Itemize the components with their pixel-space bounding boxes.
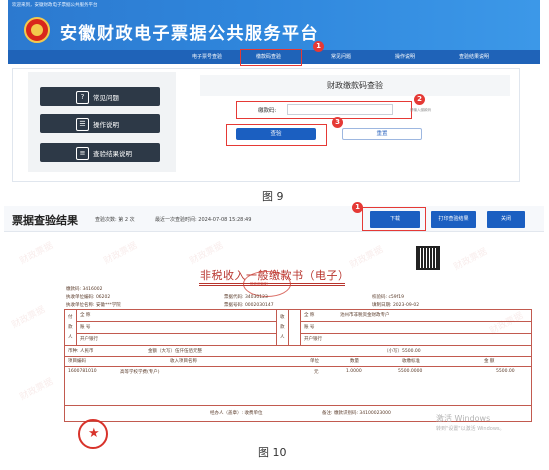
windows-activate-title: 激活 Windows	[436, 414, 491, 423]
sidebar-item-label: 查验结果说明	[93, 150, 132, 158]
table-rule	[288, 309, 289, 345]
figure-9-caption: 图 9	[262, 190, 284, 203]
col-header-amount: 金 额	[484, 359, 495, 364]
table-rule	[300, 309, 301, 345]
reset-button[interactable]: 重置	[342, 128, 422, 140]
payer-bank-label: 开户银行	[80, 337, 98, 342]
payment-code-label: 缴款码:	[258, 108, 277, 114]
payee-account-label: 账 号	[304, 325, 315, 330]
supervision-seal-text: 财政部监制	[250, 282, 268, 286]
close-button[interactable]: 关闭	[487, 211, 525, 228]
ticket-code-meta: 票据代码: 34030123	[224, 295, 268, 300]
table-rule	[64, 405, 532, 406]
star-icon: ★	[88, 426, 100, 441]
table-rule	[300, 321, 532, 322]
payment-code-input[interactable]	[287, 104, 393, 115]
step-badge-1: 1	[313, 41, 324, 52]
col-header-code: 项目编码	[68, 359, 86, 364]
table-rule	[76, 309, 77, 345]
table-row-standard: 5500.0000	[398, 369, 423, 374]
emblem-icon	[24, 17, 50, 43]
ticket-number-meta: 票据号码: 0002030147	[224, 303, 274, 308]
print-result-button[interactable]: 打印查验结果	[431, 211, 476, 228]
handler: 经办人（盖章）: 收费单位	[210, 411, 263, 416]
table-rule	[300, 333, 532, 334]
welcome-text: 欢迎来到，安徽财政电子票据公共服务平台	[12, 3, 98, 8]
query-button[interactable]: 查验	[236, 128, 316, 140]
query-count: 查验次数: 第 2 次	[95, 217, 135, 223]
sidebar-item-guide[interactable]: ☰ 操作说明	[40, 114, 160, 133]
table-rule	[64, 356, 532, 357]
question-icon: ?	[76, 91, 89, 104]
collector-name-meta: 执收单位名称: 安徽***学院	[66, 303, 121, 308]
payee-name-value: 池州市非税资金财政专户	[340, 313, 390, 318]
payer-name-label: 全 称	[80, 313, 91, 318]
download-highlight-box	[362, 207, 426, 231]
nav-faq[interactable]: 常见问题	[331, 53, 351, 60]
panel-title: 财政缴款码查验	[327, 81, 383, 90]
payee-bank-label: 开户银行	[304, 337, 322, 342]
active-nav-highlight	[240, 49, 302, 66]
site-title: 安徽财政电子票据公共服务平台	[60, 24, 319, 44]
table-row-code: 1600781010	[68, 369, 97, 374]
windows-activate-subtitle: 转到"设置"以激活 Windows。	[436, 426, 505, 432]
step-badge-2: 2	[414, 94, 425, 105]
col-header-item: 收入项目名称	[170, 359, 197, 364]
col-header-standard: 收缴标准	[402, 359, 420, 364]
payer-label: 付款人	[68, 315, 73, 340]
payer-account-label: 账 号	[80, 325, 91, 330]
col-header-qty: 数量	[350, 359, 359, 364]
qr-code-icon	[416, 246, 440, 270]
remark: 备注: 缴款识别码: 34100023000	[322, 411, 391, 416]
last-query-time: 最近一次查验时间: 2024-07-08 15:28:49	[155, 217, 252, 223]
result-page-title: 票据查验结果	[12, 214, 78, 227]
table-row-item: 高等学校学费(专户)	[120, 370, 160, 375]
check-code-meta: 校验码: c59f19	[372, 295, 404, 300]
sidebar-item-label: 常见问题	[93, 94, 119, 102]
table-row-unit: 元	[314, 370, 319, 375]
sidebar-item-label: 操作说明	[93, 121, 119, 129]
currency: 币种: 人民币	[68, 349, 94, 354]
table-rule	[76, 333, 276, 334]
table-rule	[76, 321, 276, 322]
fill-date-meta: 填制日期: 2023-09-02	[372, 303, 420, 308]
nav-ticket-verify[interactable]: 电子票号查验	[192, 53, 222, 60]
table-rule	[64, 345, 532, 346]
sidebar-item-faq[interactable]: ? 常见问题	[40, 87, 160, 106]
collector-code-meta: 执收单位编码: 06202	[66, 295, 111, 300]
amount-in-words: 金额（大写）伍仟伍佰元整	[148, 349, 202, 354]
payment-code-meta: 缴款码: 3416002	[66, 287, 103, 292]
table-row-qty: 1.0000	[346, 369, 362, 374]
col-header-unit: 单位	[310, 359, 319, 364]
document-icon: ≡	[76, 147, 89, 160]
table-rule	[64, 366, 532, 367]
step-badge-3: 3	[332, 117, 343, 128]
nav-guide[interactable]: 操作说明	[395, 53, 415, 60]
payment-code-hint: 请输入缴款码	[410, 108, 431, 112]
guide-icon: ☰	[76, 118, 89, 131]
table-rule	[276, 309, 277, 345]
payee-label: 收款人	[280, 315, 285, 340]
figure-10-caption: 图 10	[258, 446, 287, 459]
sidebar-item-result-help[interactable]: ≡ 查验结果说明	[40, 143, 160, 162]
payee-name-label: 全 称	[304, 313, 315, 318]
table-row-amount: 5500.00	[496, 369, 515, 374]
amount-in-figures: （小写）5500.00	[384, 349, 421, 354]
nav-result-help[interactable]: 查验结果说明	[459, 53, 489, 60]
